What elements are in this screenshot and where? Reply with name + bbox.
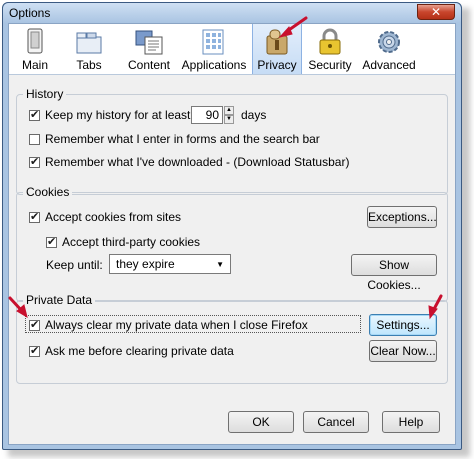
arrow-to-settings <box>428 294 443 320</box>
annotation-arrows <box>8 16 443 320</box>
arrow-to-privacy-tab <box>278 16 308 38</box>
arrow-to-always-clear <box>8 296 28 319</box>
